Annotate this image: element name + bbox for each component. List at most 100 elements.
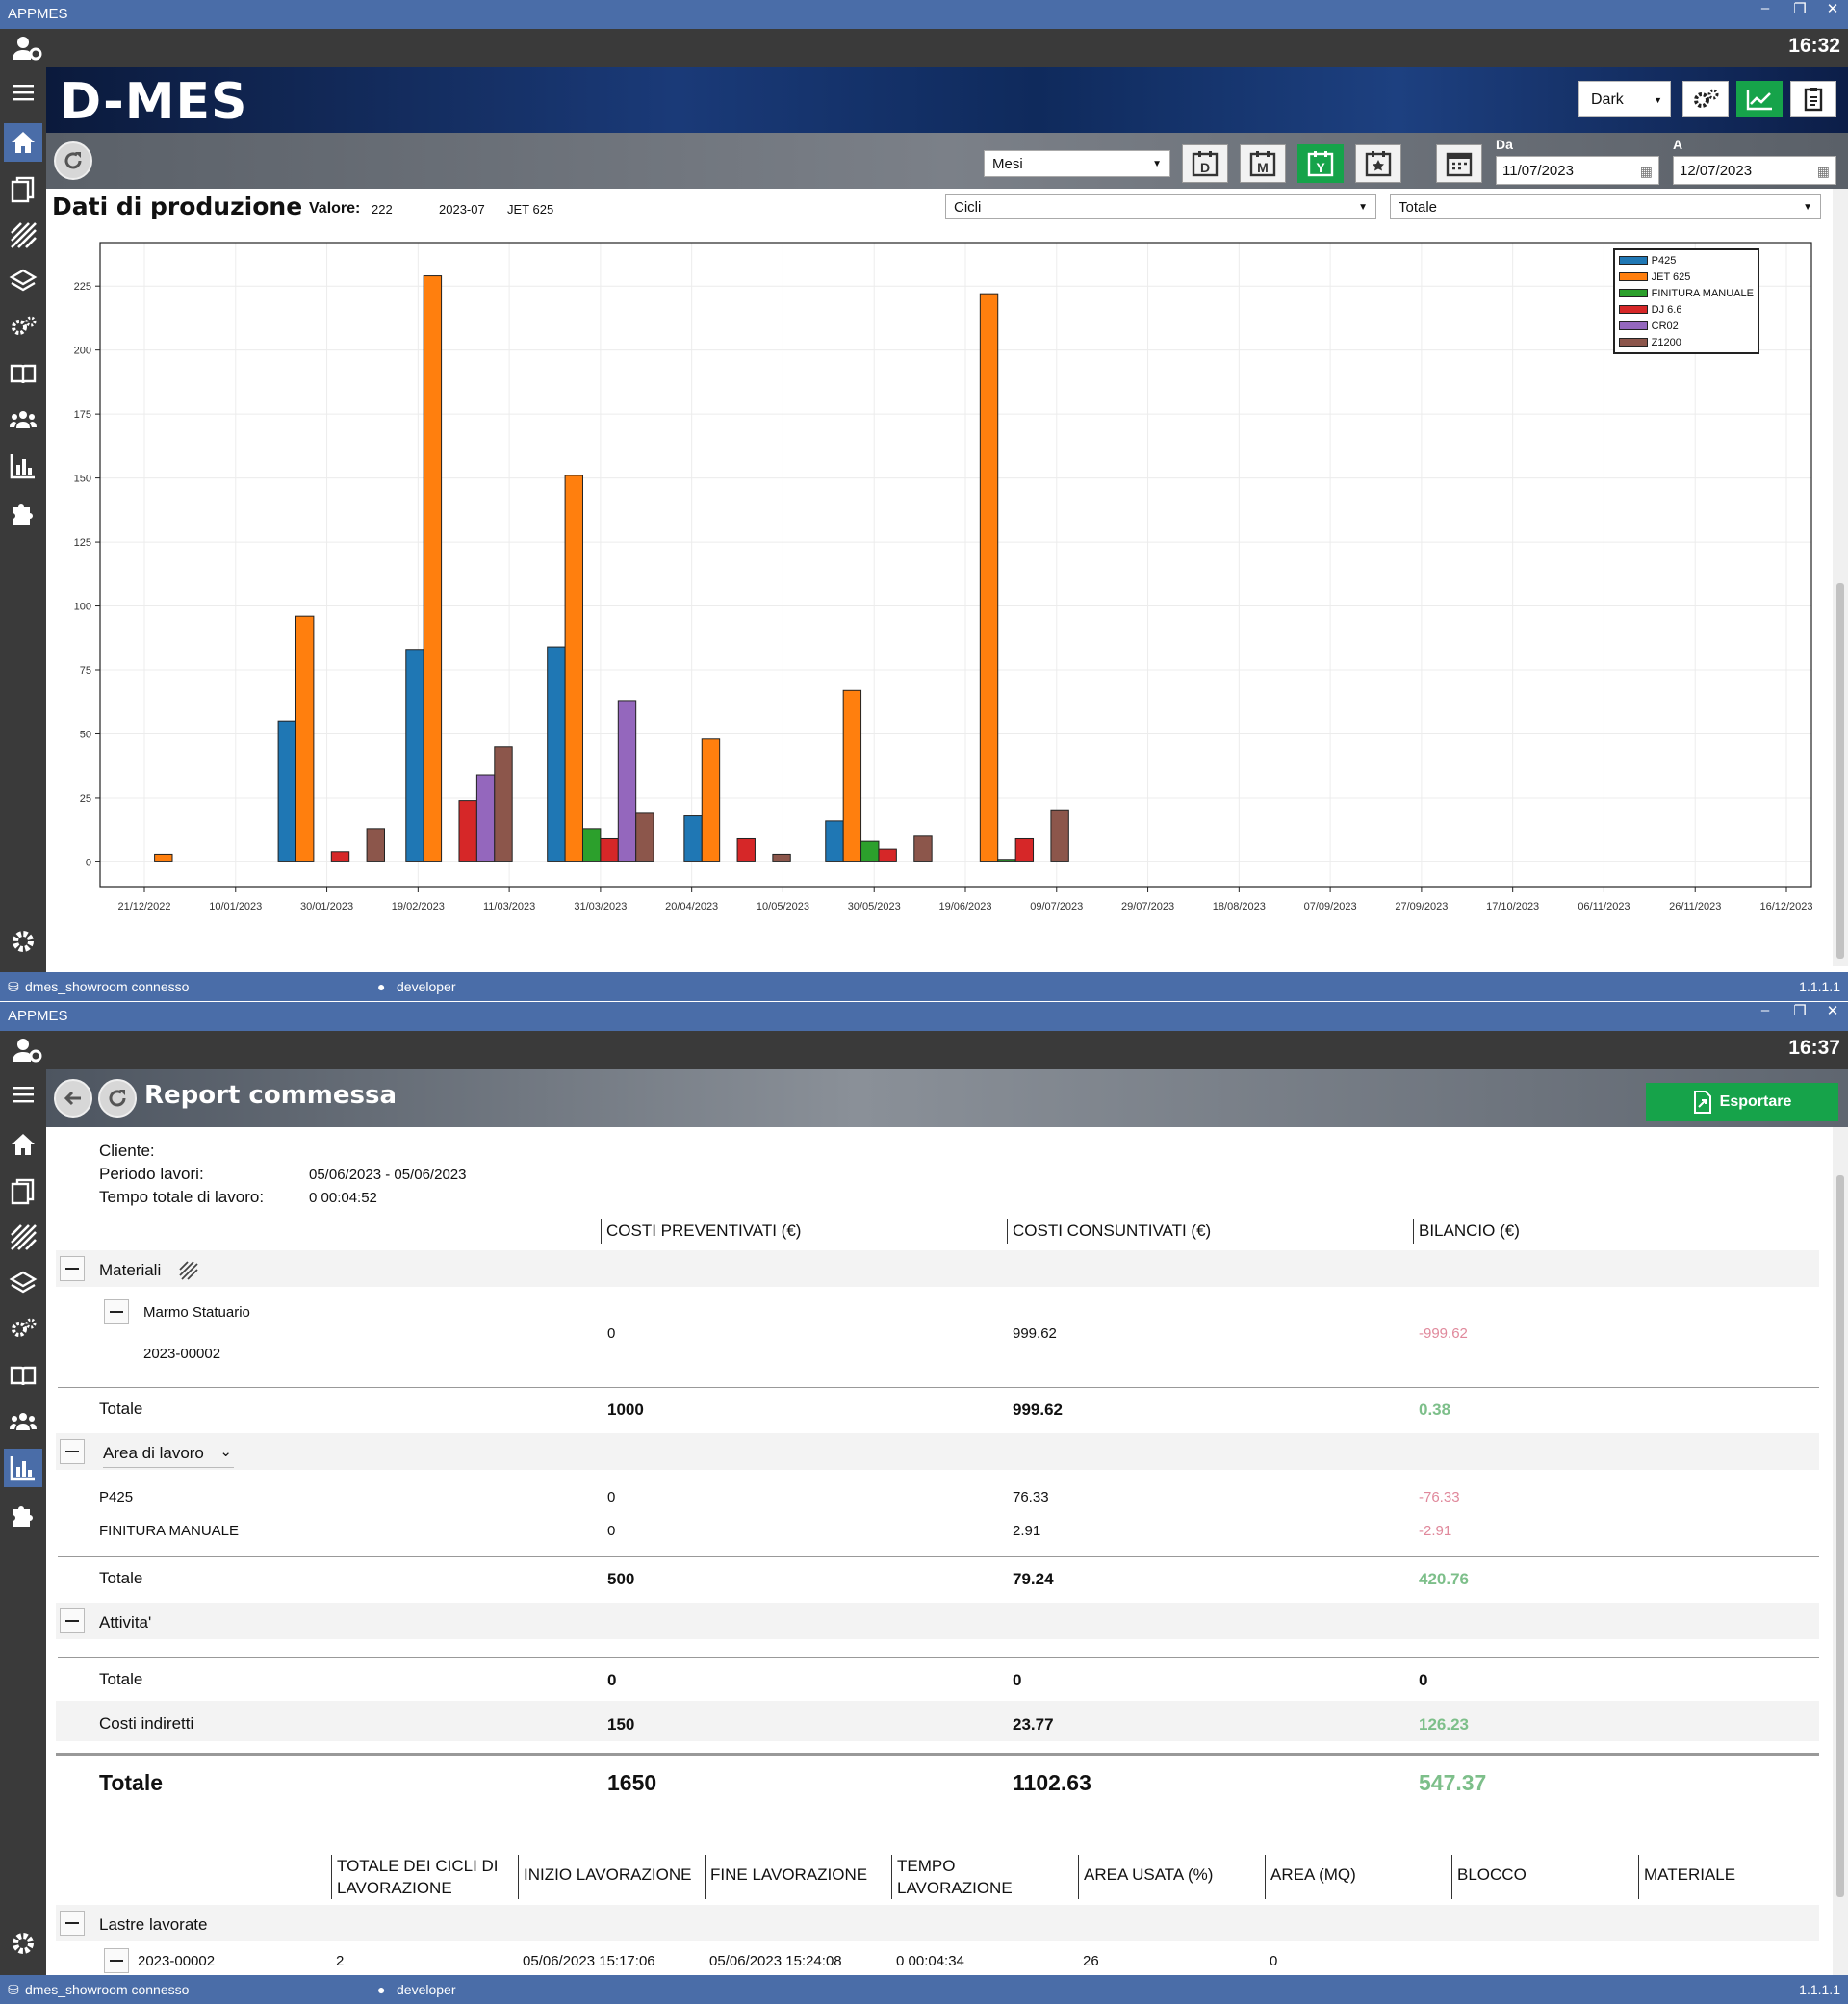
collapse-material-item-button[interactable] — [104, 1299, 129, 1324]
legend-swatch — [1618, 321, 1648, 330]
minimize-button[interactable]: – — [1748, 0, 1783, 29]
x-tick-label: 21/12/2022 — [117, 901, 170, 912]
calendar-icon[interactable]: ▦ — [1817, 157, 1830, 186]
legend-swatch — [1618, 256, 1648, 265]
layers-icon[interactable] — [4, 262, 42, 300]
date-from-field[interactable]: 11/07/2023 ▦ — [1496, 156, 1659, 185]
x-tick-label: 09/07/2023 — [1030, 901, 1083, 912]
custom-period-button[interactable] — [1355, 144, 1401, 183]
chevron-down-icon: ▼ — [1803, 202, 1812, 213]
puzzle-icon[interactable] — [4, 1495, 42, 1533]
x-tick-label: 10/01/2023 — [209, 901, 262, 912]
x-tick-label: 26/11/2023 — [1669, 901, 1721, 912]
calendar-icon[interactable]: ▦ — [1640, 157, 1653, 186]
bar-dj-6-6 — [600, 837, 619, 862]
menu-icon[interactable] — [4, 1075, 42, 1114]
period-select[interactable]: Mesi ▼ — [984, 150, 1170, 177]
export-button[interactable]: Esportare — [1646, 1083, 1838, 1121]
day-button[interactable]: D — [1182, 144, 1228, 183]
month-button[interactable]: M — [1240, 144, 1286, 183]
bar-p425 — [825, 820, 844, 862]
lastre-col-materiale: MATERIALE — [1638, 1855, 1735, 1899]
y-tick-label: 150 — [74, 474, 91, 485]
close-button[interactable]: ✕ — [1815, 0, 1848, 29]
title-bar: APPMES — [0, 0, 1848, 29]
collapse-lastra-button[interactable] — [104, 1948, 129, 1973]
bar-finitura-manuale — [860, 840, 880, 862]
valore-value: 222 — [372, 202, 393, 217]
production-chart-button[interactable] — [1736, 81, 1783, 117]
aggregate-select[interactable]: Totale ▼ — [1390, 194, 1821, 219]
chart-icon[interactable] — [4, 1449, 42, 1487]
scrollbar-thumb[interactable] — [1836, 1175, 1844, 1897]
refresh-icon — [109, 1090, 126, 1107]
report-button[interactable] — [1790, 81, 1836, 117]
slabs-icon[interactable] — [4, 216, 42, 254]
users-icon[interactable] — [4, 400, 42, 439]
x-tick-label: 29/07/2023 — [1121, 901, 1174, 912]
home-icon[interactable] — [4, 1125, 42, 1164]
restore-button[interactable]: ❐ — [1783, 0, 1817, 29]
home-icon[interactable] — [4, 123, 42, 162]
chart-icon[interactable] — [4, 447, 42, 485]
refresh-button[interactable] — [54, 141, 92, 180]
clock: 16:32 — [1788, 35, 1840, 57]
user-settings-icon[interactable] — [12, 1037, 42, 1064]
collapse-area-button[interactable] — [60, 1439, 85, 1464]
x-tick-label: 17/10/2023 — [1486, 901, 1539, 912]
page-title: Report commessa — [144, 1081, 398, 1110]
lastre-label: Lastre lavorate — [99, 1915, 208, 1934]
status-user: developer — [397, 1982, 456, 1997]
bar-finitura-manuale — [581, 828, 602, 862]
machine-settings-button[interactable] — [1682, 81, 1729, 117]
book-icon[interactable] — [4, 354, 42, 393]
calendar-button[interactable] — [1436, 144, 1482, 183]
collapse-attivita-button[interactable] — [60, 1608, 85, 1633]
area-row-bil: -2.91 — [1419, 1523, 1452, 1539]
day-button-label: D — [1200, 160, 1210, 175]
collapse-lastre-button[interactable] — [60, 1911, 85, 1936]
materiali-group — [56, 1250, 1819, 1287]
lastre-group — [56, 1905, 1819, 1941]
year-button[interactable]: Y — [1297, 144, 1344, 183]
legend-item: CR02 — [1618, 318, 1754, 334]
plot-frame — [99, 242, 1812, 888]
clipboard-icon[interactable] — [4, 169, 42, 208]
area-row-bil: -76.33 — [1419, 1489, 1460, 1505]
gears-icon[interactable] — [4, 1310, 42, 1349]
users-icon[interactable] — [4, 1402, 42, 1441]
menu-icon[interactable] — [4, 73, 42, 112]
theme-select[interactable]: Dark ▼ — [1578, 81, 1671, 117]
close-button[interactable]: ✕ — [1815, 1002, 1848, 1031]
material-item-name: Marmo Statuario — [143, 1304, 250, 1321]
restore-button[interactable]: ❐ — [1783, 1002, 1817, 1031]
minimize-button[interactable]: – — [1748, 1002, 1783, 1031]
user-settings-icon[interactable] — [12, 35, 42, 62]
materiali-label: Materiali — [99, 1261, 162, 1279]
puzzle-icon[interactable] — [4, 493, 42, 531]
refresh-button[interactable] — [98, 1079, 137, 1118]
back-button[interactable] — [54, 1079, 92, 1118]
vertical-scrollbar[interactable] — [1833, 189, 1848, 966]
book-icon[interactable] — [4, 1356, 42, 1395]
divider — [58, 1556, 1819, 1557]
collapse-materiali-button[interactable] — [60, 1256, 85, 1281]
slabs-icon[interactable] — [4, 1218, 42, 1256]
aggregate-select-value: Totale — [1399, 199, 1438, 216]
settings-gear-icon[interactable] — [4, 922, 42, 961]
y-tick-label: 200 — [74, 346, 91, 357]
gears-icon[interactable] — [4, 308, 42, 347]
metric-select[interactable]: Cicli ▼ — [945, 194, 1376, 219]
y-tick-label: 50 — [80, 729, 91, 740]
settings-gear-icon[interactable] — [4, 1924, 42, 1963]
vertical-scrollbar[interactable] — [1833, 1127, 1848, 1975]
clipboard-icon[interactable] — [4, 1171, 42, 1210]
chevron-down-icon: ▼ — [1358, 202, 1368, 213]
layers-icon[interactable] — [4, 1264, 42, 1302]
area-select[interactable]: Area di lavoro ⌄ — [103, 1442, 234, 1468]
date-to-field[interactable]: 12/07/2023 ▦ — [1673, 156, 1836, 185]
lastra-area-pct: 26 — [1083, 1953, 1099, 1969]
status-bar: ⛁ dmes_showroom connesso ● developer 1.1… — [0, 1975, 1848, 2004]
grand-total-label: Totale — [99, 1770, 164, 1795]
scrollbar-thumb[interactable] — [1836, 583, 1844, 959]
